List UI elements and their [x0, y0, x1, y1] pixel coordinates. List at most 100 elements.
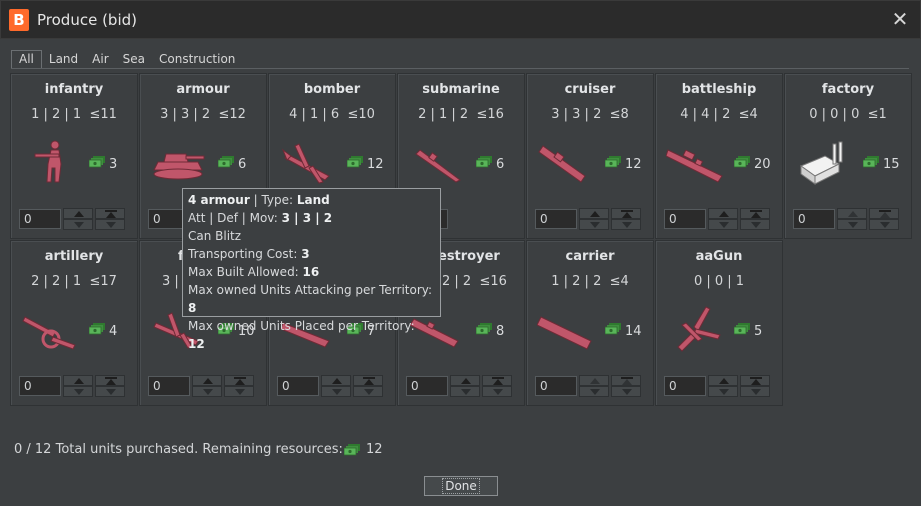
increment-stepper[interactable] [837, 208, 867, 231]
increment-down-button[interactable] [192, 386, 222, 397]
quantity-input[interactable]: 0 [277, 376, 319, 396]
unit-grid: infantry 1 | 2 | 1 ≤11 3 0 armour 3 | 3 … [10, 73, 912, 407]
max-up-button[interactable] [869, 208, 899, 219]
submarine-unit-icon [415, 149, 461, 183]
max-stepper[interactable] [353, 375, 383, 398]
increment-up-button[interactable] [579, 208, 609, 219]
max-up-button[interactable] [611, 375, 641, 386]
min-down-button[interactable] [611, 386, 641, 397]
app-logo-icon: B [9, 9, 29, 31]
increment-down-button[interactable] [63, 219, 93, 230]
increment-up-button[interactable] [708, 375, 738, 386]
max-up-button[interactable] [95, 208, 125, 219]
max-up-button[interactable] [611, 208, 641, 219]
increment-down-button[interactable] [708, 219, 738, 230]
quantity-input[interactable]: 0 [406, 376, 448, 396]
min-down-button[interactable] [95, 386, 125, 397]
increment-down-button[interactable] [579, 219, 609, 230]
quantity-input[interactable]: 0 [535, 376, 577, 396]
unit-cost: 14 [625, 324, 642, 339]
tab-all[interactable]: All [11, 50, 42, 69]
tooltip-line-max-attacking: Max owned Units Attacking per Territory:… [188, 283, 433, 315]
tooltip-line-transport: Transporting Cost: 3 [188, 247, 310, 261]
tooltip-line-type: 4 armour | Type: Land [188, 193, 330, 207]
increment-up-button[interactable] [63, 208, 93, 219]
tab-sea[interactable]: Sea [116, 50, 152, 69]
increment-stepper[interactable] [579, 375, 609, 398]
increment-down-button[interactable] [837, 219, 867, 230]
tab-construction[interactable]: Construction [152, 50, 242, 69]
tab-land[interactable]: Land [42, 50, 85, 69]
max-stepper[interactable] [95, 375, 125, 398]
increment-up-button[interactable] [579, 375, 609, 386]
max-stepper[interactable] [611, 208, 641, 231]
tooltip-line-stats: Att | Def | Mov: 3 | 3 | 2 [188, 211, 333, 225]
increment-up-button[interactable] [450, 375, 480, 386]
max-stepper[interactable] [869, 208, 899, 231]
unit-cost: 4 [109, 324, 118, 339]
min-down-button[interactable] [353, 386, 383, 397]
min-down-button[interactable] [740, 386, 770, 397]
unit-name: armour [176, 82, 230, 97]
unit-stats: 0 | 0 | 0 ≤1 [809, 107, 887, 122]
unit-stats: 1 | 2 | 2 ≤4 [551, 274, 629, 289]
increment-up-button[interactable] [708, 208, 738, 219]
max-stepper[interactable] [740, 375, 770, 398]
done-button[interactable]: Done [424, 476, 498, 496]
increment-up-button[interactable] [63, 375, 93, 386]
increment-stepper[interactable] [321, 375, 351, 398]
max-stepper[interactable] [740, 208, 770, 231]
increment-stepper[interactable] [579, 208, 609, 231]
increment-down-button[interactable] [450, 386, 480, 397]
unit-tooltip: 4 armour | Type: Land Att | Def | Mov: 3… [182, 188, 441, 351]
increment-stepper[interactable] [63, 208, 93, 231]
tab-air[interactable]: Air [85, 50, 115, 69]
increment-stepper[interactable] [63, 375, 93, 398]
quantity-input[interactable]: 0 [793, 209, 835, 229]
increment-stepper[interactable] [708, 375, 738, 398]
min-down-button[interactable] [95, 219, 125, 230]
quantity-input[interactable]: 0 [535, 209, 577, 229]
window-title: Produce (bid) [37, 11, 137, 29]
min-down-button[interactable] [611, 219, 641, 230]
unit-card-artillery: artillery 2 | 2 | 1 ≤17 4 0 [10, 240, 138, 406]
increment-stepper[interactable] [708, 208, 738, 231]
increment-up-button[interactable] [192, 375, 222, 386]
max-up-button[interactable] [740, 375, 770, 386]
factory-unit-icon [799, 141, 843, 185]
max-stepper[interactable] [95, 208, 125, 231]
increment-up-button[interactable] [837, 208, 867, 219]
quantity-input[interactable]: 0 [664, 209, 706, 229]
max-stepper[interactable] [611, 375, 641, 398]
max-up-button[interactable] [740, 208, 770, 219]
increment-down-button[interactable] [321, 386, 351, 397]
unit-card-carrier: carrier 1 | 2 | 2 ≤4 14 0 [526, 240, 654, 406]
quantity-input[interactable]: 0 [19, 376, 61, 396]
max-stepper[interactable] [482, 375, 512, 398]
increment-stepper[interactable] [192, 375, 222, 398]
money-icon [605, 156, 621, 168]
min-down-button[interactable] [224, 386, 254, 397]
max-stepper[interactable] [224, 375, 254, 398]
unit-stats: 3 | 3 | 2 ≤12 [160, 107, 246, 122]
min-down-button[interactable] [740, 219, 770, 230]
unit-stats: 2 | 2 | 1 ≤17 [31, 274, 117, 289]
min-down-button[interactable] [869, 219, 899, 230]
increment-up-button[interactable] [321, 375, 351, 386]
max-up-button[interactable] [224, 375, 254, 386]
unit-card-battleship: battleship 4 | 4 | 2 ≤4 20 0 [655, 73, 783, 239]
quantity-input[interactable]: 0 [19, 209, 61, 229]
increment-down-button[interactable] [579, 386, 609, 397]
increment-down-button[interactable] [63, 386, 93, 397]
quantity-input[interactable]: 0 [664, 376, 706, 396]
increment-down-button[interactable] [708, 386, 738, 397]
max-up-button[interactable] [95, 375, 125, 386]
unit-card-infantry: infantry 1 | 2 | 1 ≤11 3 0 [10, 73, 138, 239]
min-down-button[interactable] [482, 386, 512, 397]
money-icon [734, 323, 750, 335]
max-up-button[interactable] [353, 375, 383, 386]
close-button[interactable]: ✕ [888, 7, 912, 31]
increment-stepper[interactable] [450, 375, 480, 398]
quantity-input[interactable]: 0 [148, 376, 190, 396]
max-up-button[interactable] [482, 375, 512, 386]
